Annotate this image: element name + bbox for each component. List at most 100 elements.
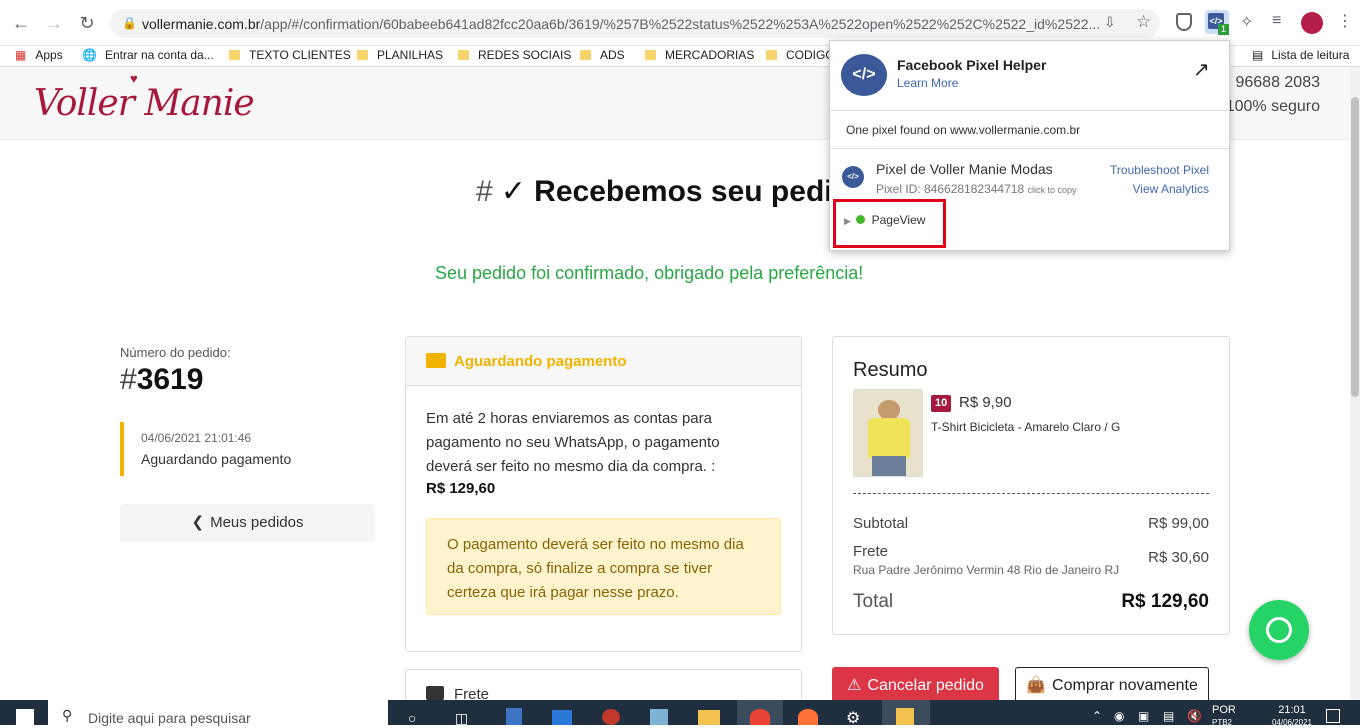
tray-display-icon[interactable]: ▤ [1163, 709, 1174, 723]
paint-app-icon[interactable] [602, 709, 620, 725]
confirmation-message: Seu pedido foi confirmado, obrigado pela… [435, 263, 864, 283]
credit-card-icon [426, 353, 446, 368]
chrome-taskbar-item[interactable] [737, 700, 783, 725]
status-date: 04/06/2021 21:01:46 [141, 431, 252, 445]
lock-icon: 🔒 [122, 16, 137, 30]
media-queue-icon[interactable]: ≡ [1272, 12, 1281, 30]
back-arrow-icon[interactable]: ← [10, 12, 32, 34]
open-external-icon[interactable]: ↗ [1193, 57, 1210, 82]
summary-card: Resumo 10 R$ 9,90 T-Shirt Bicicleta - Am… [832, 336, 1230, 635]
page-title: # ✓ Recebemos seu pedido [476, 175, 870, 208]
view-analytics-link[interactable]: View Analytics [1133, 182, 1209, 196]
chevron-left-icon: ❮ [191, 514, 205, 531]
troubleshoot-pixel-link[interactable]: Troubleshoot Pixel [1110, 163, 1209, 177]
my-orders-button[interactable]: ❮ Meus pedidos [120, 504, 375, 542]
bookmark-mercadorias[interactable]: MERCADORIAS [645, 48, 754, 62]
folder-icon [645, 50, 656, 60]
install-icon[interactable]: ⇩ [1104, 14, 1116, 31]
page-scrollbar[interactable] [1350, 67, 1360, 700]
reload-icon[interactable]: ↻ [76, 12, 98, 34]
extension-badge: 1 [1218, 24, 1229, 35]
file-explorer-icon[interactable] [698, 710, 720, 725]
pixel-name: Pixel de Voller Manie Modas [876, 161, 1053, 177]
tray-chevron-icon[interactable]: ⌃ [1092, 709, 1102, 723]
status-text: Aguardando pagamento [141, 451, 292, 467]
popup-title: Facebook Pixel Helper [897, 57, 1047, 73]
volume-muted-icon[interactable]: 🔇 [1187, 709, 1202, 723]
folder-app-icon [896, 708, 914, 725]
bookmark-redes-sociais[interactable]: REDES SOCIAIS [458, 48, 571, 62]
pixels-found-text: One pixel found on www.vollermanie.com.b… [846, 123, 1081, 137]
snip-app-icon[interactable] [650, 709, 668, 725]
payment-card-header: Aguardando pagamento [406, 337, 801, 386]
profile-avatar[interactable] [1301, 12, 1323, 34]
shopping-bag-icon: 👜 [1026, 677, 1047, 694]
order-number: #3619 [120, 363, 204, 396]
clock-date: 04/06/2021 [1271, 718, 1313, 727]
bookmark-entrar[interactable]: 🌐 Entrar na conta da... [82, 48, 214, 62]
globe-icon: 🌐 [82, 48, 97, 62]
header-phone: 96688 2083 [1235, 74, 1320, 91]
learn-more-link[interactable]: Learn More [897, 76, 958, 90]
taskbar-search-box[interactable]: ⚲ Digite aqui para pesquisar [48, 700, 388, 726]
address-bar[interactable]: 🔒 vollermanie.com.br/app/#/confirmation/… [110, 9, 1160, 38]
language-indicator[interactable]: POR [1212, 704, 1236, 716]
warning-triangle-icon: ⚠ [847, 677, 862, 694]
cortana-icon[interactable]: ○ [408, 710, 416, 726]
bookmark-apps[interactable]: ▦ Apps [15, 48, 63, 62]
subtotal-row: Subtotal R$ 99,00 [853, 515, 1209, 532]
star-bookmark-icon[interactable]: ☆ [1136, 12, 1151, 32]
whatsapp-button[interactable] [1249, 600, 1309, 660]
forward-arrow-icon[interactable]: → [43, 12, 65, 34]
site-logo[interactable]: Voller Manie [34, 83, 255, 124]
folder-icon [766, 50, 777, 60]
pixel-id[interactable]: Pixel ID: 846628182344718 click to copy [876, 182, 1077, 196]
pixel-helper-extension-icon[interactable]: </> 1 [1205, 10, 1229, 35]
bookmark-codigo[interactable]: CODIGO [766, 48, 835, 62]
item-quantity-badge: 10 [931, 395, 952, 412]
payment-warning: O pagamento deverá ser feito no mesmo di… [426, 518, 781, 615]
reading-list[interactable]: ▤ Lista de leitura [1252, 48, 1349, 62]
status-indicator-bar [120, 422, 124, 476]
pixel-helper-popup: </> Facebook Pixel Helper Learn More ↗ O… [829, 40, 1230, 251]
bookmark-planilhas[interactable]: PLANILHAS [357, 48, 443, 62]
folder-icon [458, 50, 469, 60]
summary-title: Resumo [853, 359, 928, 381]
calculator-app-icon[interactable] [506, 708, 522, 725]
shipping-address: Rua Padre Jerônimo Vermin 48 Rio de Jane… [853, 563, 1120, 577]
summary-divider [853, 493, 1209, 494]
windows-taskbar: ⚲ Digite aqui para pesquisar ○ ◫ ⚙ ⌃ ◉ ▣… [0, 700, 1360, 728]
firefox-icon[interactable] [798, 709, 818, 725]
mail-app-icon[interactable] [552, 710, 572, 725]
chrome-icon [750, 709, 770, 725]
tray-shield-icon[interactable]: ◉ [1114, 709, 1124, 723]
tray-network-icon[interactable]: ▣ [1138, 709, 1149, 723]
language-layout: PTB2 [1212, 718, 1233, 727]
puzzle-extensions-icon[interactable]: ✧ [1240, 12, 1253, 32]
bookmark-texto-clientes[interactable]: TEXTO CLIENTES [229, 48, 351, 62]
product-image[interactable] [853, 389, 923, 477]
shipping-row: Frete R$ 30,60 [853, 543, 1209, 566]
url-host: vollermanie.com.br [142, 16, 261, 32]
notifications-icon[interactable] [1326, 709, 1340, 723]
shield-extension-icon[interactable] [1176, 13, 1192, 31]
menu-dots-icon[interactable]: ⋮ [1337, 11, 1353, 31]
clock-time[interactable]: 21:01 [1262, 704, 1322, 716]
payment-status-title: Aguardando pagamento [454, 353, 627, 370]
taskbar-active-item[interactable] [882, 700, 930, 725]
payment-instructions: Em até 2 horas enviaremos as contas para… [426, 410, 720, 475]
apps-grid-icon: ▦ [15, 48, 27, 62]
order-number-label: Número do pedido: [120, 345, 231, 360]
check-circle-icon [856, 215, 866, 224]
expand-triangle-icon: ▶ [844, 216, 851, 226]
task-view-icon[interactable]: ◫ [455, 710, 468, 727]
item-name[interactable]: T-Shirt Bicicleta - Amarelo Claro / G [931, 420, 1120, 434]
bookmark-ads[interactable]: ADS [580, 48, 625, 62]
pageview-event[interactable]: ▶ PageView [844, 213, 925, 227]
total-row: Total R$ 129,60 [853, 591, 1209, 612]
folder-icon [357, 50, 368, 60]
windows-start-icon[interactable] [16, 709, 34, 725]
payment-card: Aguardando pagamento Em até 2 horas envi… [405, 336, 802, 652]
settings-gear-icon[interactable]: ⚙ [846, 708, 860, 728]
pixel-helper-logo-icon: </> [841, 54, 887, 96]
